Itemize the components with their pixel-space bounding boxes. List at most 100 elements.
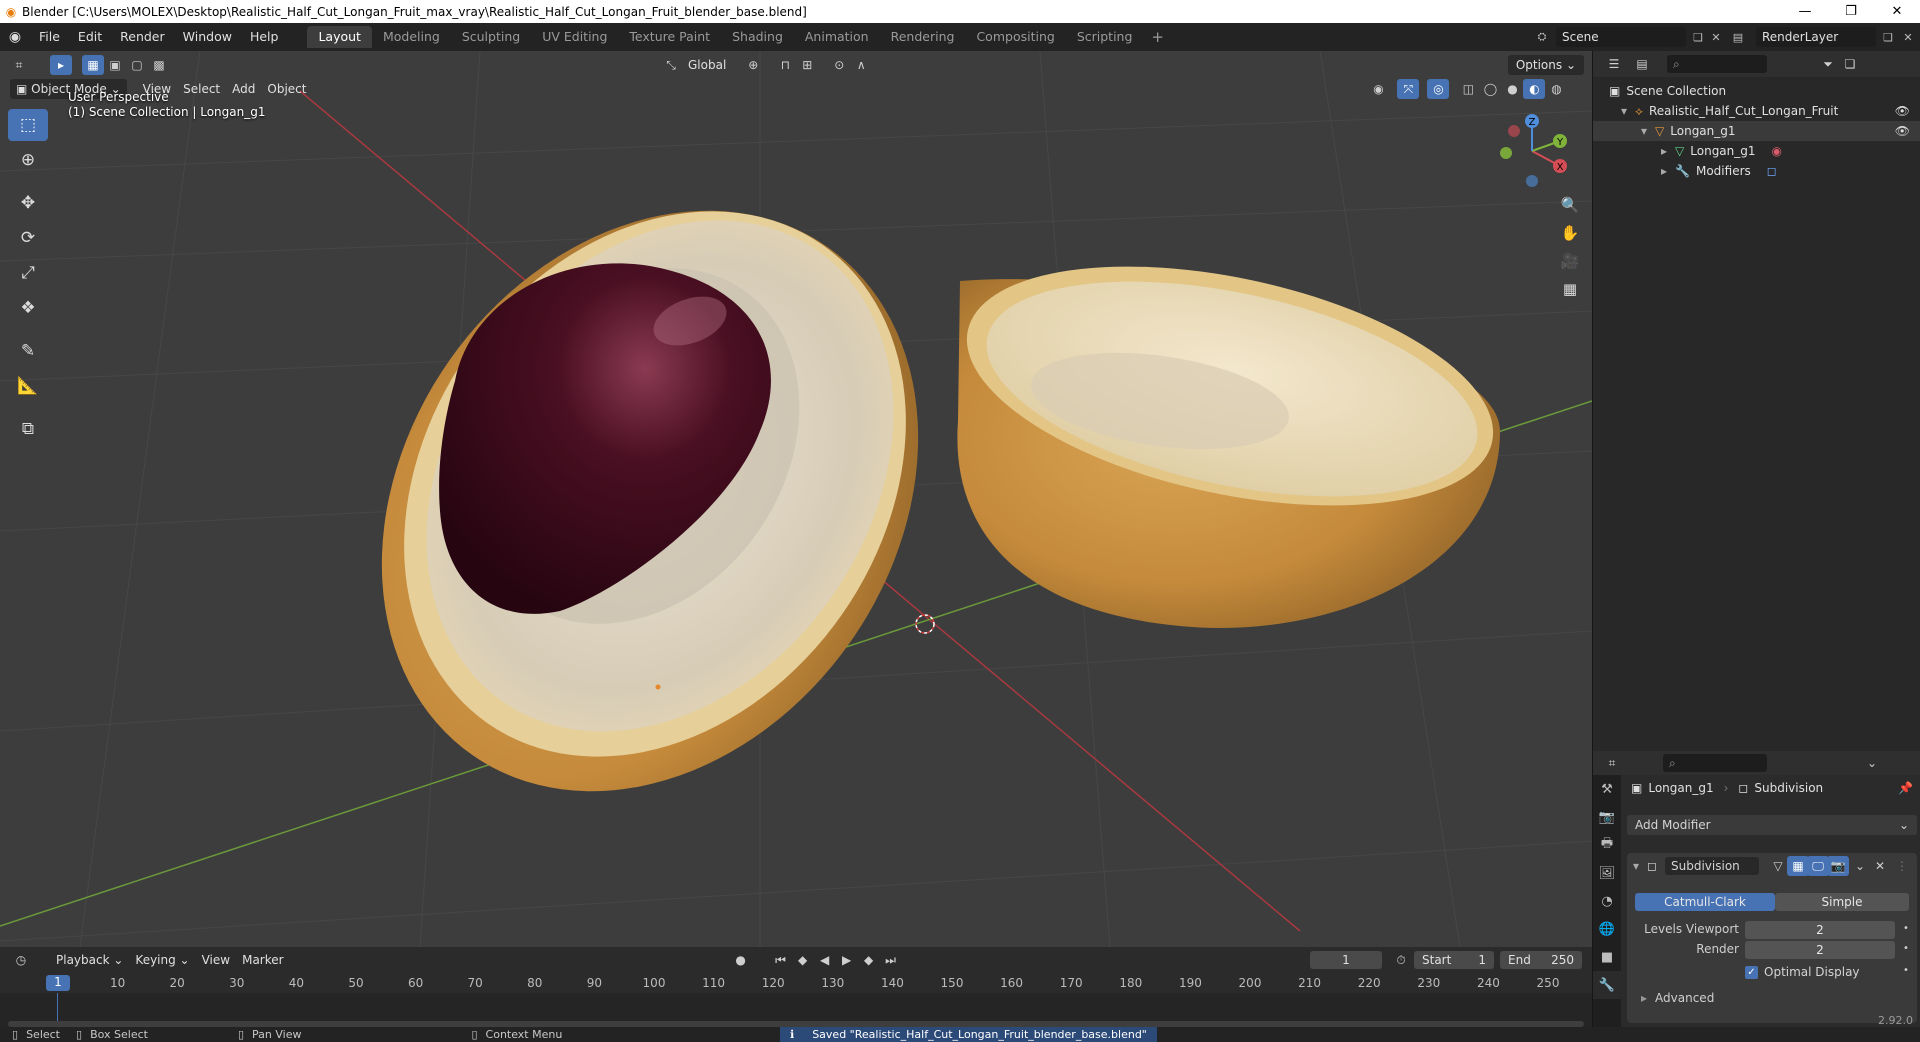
current-frame-field[interactable]: 1 [1310, 951, 1382, 969]
tree-collection[interactable]: ▾ ⟡ Realistic_Half_Cut_Longan_Fruit 👁 [1593, 101, 1920, 121]
zoom-icon[interactable]: 🔍 [1558, 191, 1582, 219]
tree-mesh-data[interactable]: ▸ ▽ Longan_g1 ◉ [1593, 141, 1920, 161]
close-button[interactable]: ✕ [1874, 0, 1920, 23]
remove-scene-icon[interactable]: ✕ [1706, 27, 1726, 47]
properties-editor-type-icon[interactable]: ⌗ [1601, 753, 1623, 773]
view-layer-tab-icon[interactable]: 🖼 [1593, 859, 1621, 887]
renderlayer-browse-icon[interactable]: ▤ [1728, 27, 1748, 47]
catmull-clark-button[interactable]: Catmull-Clark [1635, 893, 1775, 911]
prev-keyframe-icon[interactable]: ◆ [792, 950, 814, 970]
xray-icon[interactable]: ◫ [1457, 79, 1479, 99]
start-frame-field[interactable]: Start 1 [1414, 951, 1494, 969]
select-box-tool-icon[interactable]: ⬚ [8, 109, 48, 141]
ortho-toggle-icon[interactable]: ▦ [1558, 275, 1582, 303]
collapse-arrow-icon[interactable]: ▸ [1661, 164, 1667, 178]
filter-icon[interactable]: ⏷ [1817, 54, 1839, 74]
remove-renderlayer-icon[interactable]: ✕ [1898, 27, 1918, 47]
falloff-icon[interactable]: ∧ [850, 55, 872, 75]
new-scene-icon[interactable]: ❏ [1688, 27, 1708, 47]
menu-object[interactable]: Object [261, 79, 312, 99]
menu-add[interactable]: Add [226, 79, 261, 99]
keyframe-dot-icon[interactable]: • [1903, 923, 1909, 934]
select-new-icon[interactable]: ▦ [82, 55, 104, 75]
menu-render[interactable]: Render [111, 23, 174, 51]
menu-keying[interactable]: Keying ⌄ [129, 950, 195, 970]
menu-playback[interactable]: Playback ⌄ [50, 950, 129, 970]
material-shading-icon[interactable]: ◐ [1523, 79, 1546, 99]
scene-tab-icon[interactable]: ◔ [1593, 887, 1621, 915]
expand-arrow-icon[interactable]: ▾ [1621, 104, 1627, 118]
proportional-edit-icon[interactable]: ⊙ [828, 55, 850, 75]
object-tab-icon[interactable]: ■ [1593, 943, 1621, 971]
timeline-editor[interactable]: ◷ Playback ⌄ Keying ⌄ View Marker ● ⏮ ◆ … [0, 947, 1592, 1027]
remove-modifier-icon[interactable]: ✕ [1869, 856, 1891, 876]
left-fruit-half[interactable] [271, 107, 1028, 896]
menu-window[interactable]: Window [174, 23, 241, 51]
outliner-panel[interactable]: ☰ ▤ ⌕ ⏷ ❏ ▣ Scene Collection ▾ ⟡ Realist… [1592, 51, 1920, 751]
tab-uv-editing[interactable]: UV Editing [531, 26, 618, 48]
collapse-arrow-icon[interactable]: ▸ [1661, 144, 1667, 158]
render-tab-icon[interactable]: 📷 [1593, 803, 1621, 831]
tree-modifiers[interactable]: ▸ 🔧 Modifiers ◻ [1593, 161, 1920, 181]
output-tab-icon[interactable]: 🖶 [1593, 831, 1621, 859]
world-tab-icon[interactable]: 🌐 [1593, 915, 1621, 943]
expand-arrow-icon[interactable]: ▾ [1641, 124, 1647, 138]
menu-timeline-view[interactable]: View [196, 950, 236, 970]
play-reverse-icon[interactable]: ◀ [814, 950, 836, 970]
pivot-point-icon[interactable]: ⊕ [742, 55, 764, 75]
modifier-tab-icon[interactable]: 🔧 [1593, 971, 1621, 999]
select-tool-icon[interactable]: ▸ [50, 55, 72, 75]
render-layer-selector[interactable]: RenderLayer [1756, 27, 1876, 47]
keyframe-dot-icon[interactable]: • [1903, 943, 1909, 954]
cage-toggle-icon[interactable]: ▦ [1787, 856, 1809, 876]
tab-animation[interactable]: Animation [794, 26, 880, 48]
outliner-search-input[interactable]: ⌕ [1667, 55, 1767, 73]
properties-search-input[interactable]: ⌕ [1663, 754, 1767, 772]
tab-rendering[interactable]: Rendering [880, 26, 966, 48]
camera-view-icon[interactable]: 🎥 [1558, 247, 1582, 275]
snap-icon[interactable]: ⊓ [774, 55, 796, 75]
scene-browse-icon[interactable]: ⛭ [1532, 27, 1552, 47]
annotate-tool-icon[interactable]: ✎ [8, 335, 48, 367]
right-fruit-half[interactable] [945, 225, 1514, 628]
options-dropdown[interactable]: Options ⌄ [1507, 55, 1584, 75]
scale-tool-icon[interactable]: ⤢ [8, 257, 48, 289]
rendered-shading-icon[interactable]: ◍ [1545, 79, 1567, 99]
blender-menu-icon[interactable]: ◉ [0, 29, 30, 45]
eye-icon[interactable]: 👁 [1895, 124, 1910, 138]
restore-button[interactable]: ❐ [1828, 0, 1874, 23]
timeline-track-area[interactable] [0, 993, 1592, 1027]
outliner-editor-type-icon[interactable]: ☰ [1603, 54, 1625, 74]
transform-tool-icon[interactable]: ❖ [8, 292, 48, 324]
3d-cursor-icon[interactable] [915, 614, 935, 634]
eye-icon[interactable]: 👁 [1895, 104, 1910, 118]
play-icon[interactable]: ▶ [836, 950, 858, 970]
next-keyframe-icon[interactable]: ◆ [858, 950, 880, 970]
render-levels-field[interactable]: 2 [1745, 941, 1895, 959]
render-toggle-icon[interactable]: 📷 [1827, 856, 1849, 876]
menu-edit[interactable]: Edit [69, 23, 111, 51]
menu-file[interactable]: File [30, 23, 69, 51]
modifier-menu-icon[interactable]: ⌄ [1849, 856, 1871, 876]
properties-panel[interactable]: ⌗ ⌕ ⌄ ⚒ 📷 🖶 🖼 ◔ 🌐 ■ 🔧 ▣ Longan_g1 › ◻ Su… [1592, 751, 1920, 1027]
3d-viewport[interactable]: ⌗ ▸ ▦ ▣ ▢ ▩ ⤡ Global ⊕ ⊓ ⊞ ⊙ ∧ Options ⌄… [0, 51, 1592, 947]
properties-options-icon[interactable]: ⌄ [1861, 753, 1883, 773]
timeline-editor-type-icon[interactable]: ◷ [10, 950, 32, 970]
pan-hand-icon[interactable]: ✋ [1558, 219, 1582, 247]
record-keyframes-icon[interactable]: ● [730, 950, 752, 970]
menu-help[interactable]: Help [241, 23, 288, 51]
overlays-toggle-icon[interactable]: ◎ [1427, 79, 1450, 99]
add-cube-tool-icon[interactable]: ⧉ [8, 413, 48, 445]
tab-sculpting[interactable]: Sculpting [451, 26, 531, 48]
menu-select[interactable]: Select [177, 79, 226, 99]
jump-start-icon[interactable]: ⏮ [770, 950, 792, 970]
move-tool-icon[interactable]: ✥ [8, 187, 48, 219]
gizmo-toggle-icon[interactable]: ⤧ [1397, 79, 1420, 99]
new-collection-icon[interactable]: ❏ [1839, 54, 1861, 74]
measure-tool-icon[interactable]: 📐 [8, 370, 48, 402]
navigation-gizmo[interactable]: X Y Z [1492, 111, 1572, 191]
viewport-scene[interactable] [0, 51, 1592, 947]
collapse-arrow-icon[interactable]: ▾ [1633, 859, 1639, 873]
wireframe-shading-icon[interactable]: ◯ [1479, 79, 1501, 99]
tab-texture-paint[interactable]: Texture Paint [618, 26, 721, 48]
